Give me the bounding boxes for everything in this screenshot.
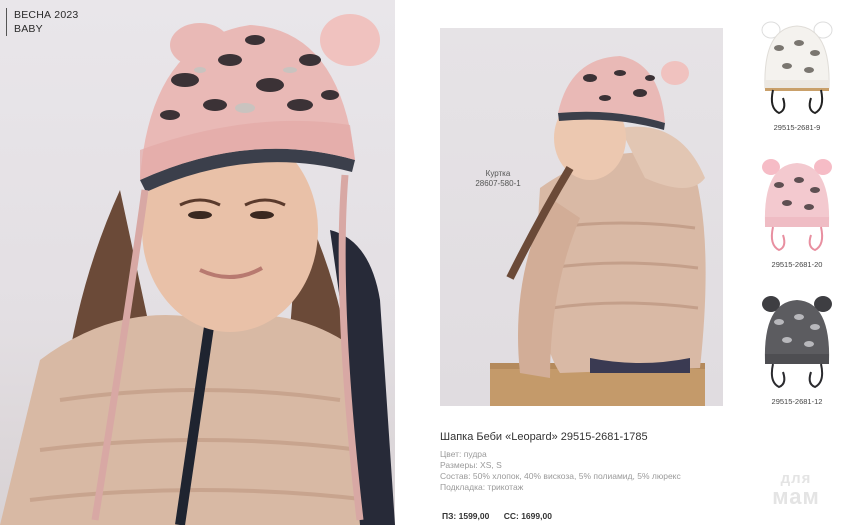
price-ss: СС: 1699,00 [503,511,552,521]
watermark-logo: для мам [756,470,836,509]
girl-in-hat-illustration [0,14,395,525]
product-lining: Подкладка: трикотаж [440,482,524,492]
product-composition: Состав: 50% хлопок, 40% вискоза, 5% поли… [440,471,681,481]
hat-grey-icon [762,296,832,389]
variant-code: 29515-2681-12 [771,397,823,406]
price-pz: ПЗ: 1599,00 [442,511,490,521]
hat-pink-icon [762,159,832,252]
variant-hat-grey[interactable]: 29515-2681-12 [752,292,842,406]
product-sizes: Размеры: XS, S [440,460,502,470]
product-title: Шапка Беби «Leopard» 29515-2681-1785 [440,431,648,443]
variant-hat-white[interactable]: 29515-2681-9 [752,18,842,132]
girl-sitting-illustration [490,56,706,406]
season-line-1: ВЕСНА 2023 [14,9,79,21]
variant-code: 29515-2681-9 [773,123,821,132]
season-label: ВЕСНА 2023 BABY [6,8,78,36]
product-color: Цвет: пудра [440,449,487,459]
logo-line-2: мам [772,484,820,509]
side-photo [440,28,723,406]
jacket-code: 28607-580-1 [475,179,521,188]
price-row: ПЗ: 1599,00 СС: 1699,00 [442,511,564,521]
variant-hat-pink[interactable]: 29515-2681-20 [752,155,842,269]
jacket-label: Куртка [485,169,511,178]
jacket-callout: Куртка 28607-580-1 [458,169,538,189]
hat-white-icon [761,21,833,115]
hero-photo: ВЕСНА 2023 BABY [0,0,395,525]
variant-code: 29515-2681-20 [771,260,823,269]
season-line-2: BABY [14,23,43,35]
